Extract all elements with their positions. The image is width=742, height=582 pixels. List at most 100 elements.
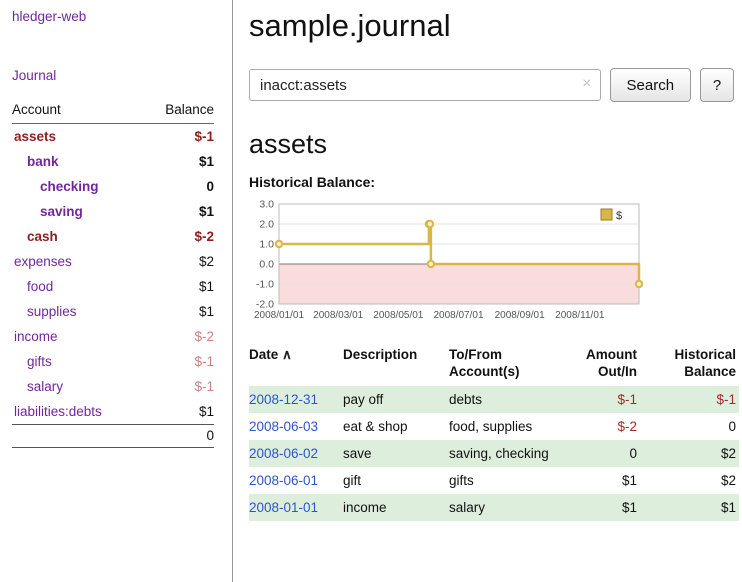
account-row-expenses: expenses $2 bbox=[12, 249, 214, 274]
col-date[interactable]: Date ∧ bbox=[249, 344, 343, 386]
svg-text:2.0: 2.0 bbox=[259, 219, 274, 231]
search-box: × bbox=[249, 69, 601, 101]
svg-text:1.0: 1.0 bbox=[259, 239, 274, 251]
transaction-balance: $2 bbox=[645, 467, 739, 494]
search-input[interactable] bbox=[249, 69, 601, 101]
transaction-accounts: debts bbox=[449, 386, 561, 413]
transaction-amount: $1 bbox=[561, 494, 645, 521]
transaction-amount: $1 bbox=[561, 467, 645, 494]
account-row-checking: checking 0 bbox=[12, 174, 214, 199]
account-link-cash[interactable]: cash bbox=[27, 229, 58, 244]
account-title: assets bbox=[249, 129, 734, 160]
account-balance: $-1 bbox=[143, 349, 214, 374]
transaction-accounts: saving, checking bbox=[449, 440, 561, 467]
register-table: Date ∧ Description To/FromAccount(s) Amo… bbox=[249, 344, 739, 521]
register-row: 2008-01-01 income salary $1 $1 bbox=[249, 494, 739, 521]
transaction-accounts: salary bbox=[449, 494, 561, 521]
account-balance: $-2 bbox=[143, 224, 214, 249]
accounts-header-balance: Balance bbox=[143, 99, 214, 124]
col-historical-balance: HistoricalBalance bbox=[645, 344, 739, 386]
col-description: Description bbox=[343, 344, 449, 386]
transaction-description: save bbox=[343, 440, 449, 467]
account-link-assets[interactable]: assets bbox=[14, 129, 56, 144]
page-title: sample.journal bbox=[249, 8, 734, 44]
svg-text:2008/09/01: 2008/09/01 bbox=[495, 310, 545, 321]
account-link-food[interactable]: food bbox=[27, 279, 53, 294]
transaction-description: gift bbox=[343, 467, 449, 494]
app-window: hledger-web Journal Account Balance asse… bbox=[0, 0, 742, 582]
transaction-date-link[interactable]: 2008-01-01 bbox=[249, 500, 318, 515]
transaction-date-link[interactable]: 2008-06-01 bbox=[249, 473, 318, 488]
account-balance: $1 bbox=[143, 399, 214, 425]
transaction-date-link[interactable]: 2008-06-03 bbox=[249, 419, 318, 434]
account-link-liabilities-debts[interactable]: liabilities:debts bbox=[14, 404, 102, 419]
svg-text:-2.0: -2.0 bbox=[256, 299, 274, 311]
accounts-table: Account Balance assets $-1 bank $1 check… bbox=[12, 99, 214, 448]
account-link-checking[interactable]: checking bbox=[40, 179, 99, 194]
account-balance: 0 bbox=[143, 174, 214, 199]
account-balance: $1 bbox=[143, 299, 214, 324]
account-row-gifts: gifts $-1 bbox=[12, 349, 214, 374]
balance-chart: 3.02.01.00.0-1.0-2.02008/01/012008/03/01… bbox=[249, 198, 734, 330]
account-row-cash: cash $-2 bbox=[12, 224, 214, 249]
account-link-supplies[interactable]: supplies bbox=[27, 304, 77, 319]
account-balance: $-1 bbox=[143, 124, 214, 150]
transaction-balance: $-1 bbox=[645, 386, 739, 413]
main-content: sample.journal × Search ? assets Histori… bbox=[233, 0, 742, 582]
account-balance: $1 bbox=[143, 149, 214, 174]
help-button[interactable]: ? bbox=[700, 68, 734, 102]
account-link-salary[interactable]: salary bbox=[27, 379, 63, 394]
account-link-gifts[interactable]: gifts bbox=[27, 354, 52, 369]
sidebar-item-journal[interactable]: Journal bbox=[12, 68, 214, 83]
account-link-expenses[interactable]: expenses bbox=[14, 254, 72, 269]
account-link-bank[interactable]: bank bbox=[27, 154, 59, 169]
register-header-row: Date ∧ Description To/FromAccount(s) Amo… bbox=[249, 344, 739, 386]
svg-text:3.0: 3.0 bbox=[259, 199, 274, 211]
transaction-description: eat & shop bbox=[343, 413, 449, 440]
transaction-amount: $-2 bbox=[561, 413, 645, 440]
search-button[interactable]: Search bbox=[610, 68, 692, 102]
svg-text:0.0: 0.0 bbox=[259, 259, 274, 271]
transaction-date-link[interactable]: 2008-06-02 bbox=[249, 446, 318, 461]
account-row-saving: saving $1 bbox=[12, 199, 214, 224]
account-link-saving[interactable]: saving bbox=[40, 204, 83, 219]
accounts-total-balance: 0 bbox=[143, 425, 214, 448]
accounts-header-account: Account bbox=[12, 99, 143, 124]
account-row-bank: bank $1 bbox=[12, 149, 214, 174]
chart-canvas: 3.02.01.00.0-1.0-2.02008/01/012008/03/01… bbox=[249, 198, 643, 330]
account-row-income: income $-2 bbox=[12, 324, 214, 349]
transaction-balance: 0 bbox=[645, 413, 739, 440]
svg-text:$: $ bbox=[616, 210, 622, 222]
brand-link[interactable]: hledger-web bbox=[12, 9, 214, 24]
transaction-balance: $2 bbox=[645, 440, 739, 467]
account-balance: $1 bbox=[143, 199, 214, 224]
register-row: 2008-06-03 eat & shop food, supplies $-2… bbox=[249, 413, 739, 440]
account-row-supplies: supplies $1 bbox=[12, 299, 214, 324]
sidebar: hledger-web Journal Account Balance asse… bbox=[0, 0, 233, 582]
account-balance: $2 bbox=[143, 249, 214, 274]
transaction-date-link[interactable]: 2008-12-31 bbox=[249, 392, 318, 407]
transaction-description: income bbox=[343, 494, 449, 521]
sort-ascending-icon[interactable]: ∧ bbox=[282, 347, 292, 362]
register-row: 2008-06-02 save saving, checking 0 $2 bbox=[249, 440, 739, 467]
account-row-food: food $1 bbox=[12, 274, 214, 299]
register-row: 2008-06-01 gift gifts $1 $2 bbox=[249, 467, 739, 494]
chart-heading: Historical Balance: bbox=[249, 174, 734, 190]
account-link-income[interactable]: income bbox=[14, 329, 58, 344]
account-balance: $-1 bbox=[143, 374, 214, 399]
account-balance: $-2 bbox=[143, 324, 214, 349]
accounts-header-row: Account Balance bbox=[12, 99, 214, 124]
transaction-accounts: food, supplies bbox=[449, 413, 561, 440]
col-date-label[interactable]: Date bbox=[249, 347, 278, 362]
clear-search-icon[interactable]: × bbox=[582, 76, 591, 92]
svg-text:2008/11/01: 2008/11/01 bbox=[555, 310, 605, 321]
search-form: × Search ? bbox=[249, 68, 734, 102]
svg-text:2008/05/01: 2008/05/01 bbox=[373, 310, 423, 321]
svg-text:2008/03/01: 2008/03/01 bbox=[313, 310, 363, 321]
transaction-description: pay off bbox=[343, 386, 449, 413]
transaction-balance: $1 bbox=[645, 494, 739, 521]
svg-text:2008/07/01: 2008/07/01 bbox=[433, 310, 483, 321]
transaction-accounts: gifts bbox=[449, 467, 561, 494]
register-row: 2008-12-31 pay off debts $-1 $-1 bbox=[249, 386, 739, 413]
account-balance: $1 bbox=[143, 274, 214, 299]
